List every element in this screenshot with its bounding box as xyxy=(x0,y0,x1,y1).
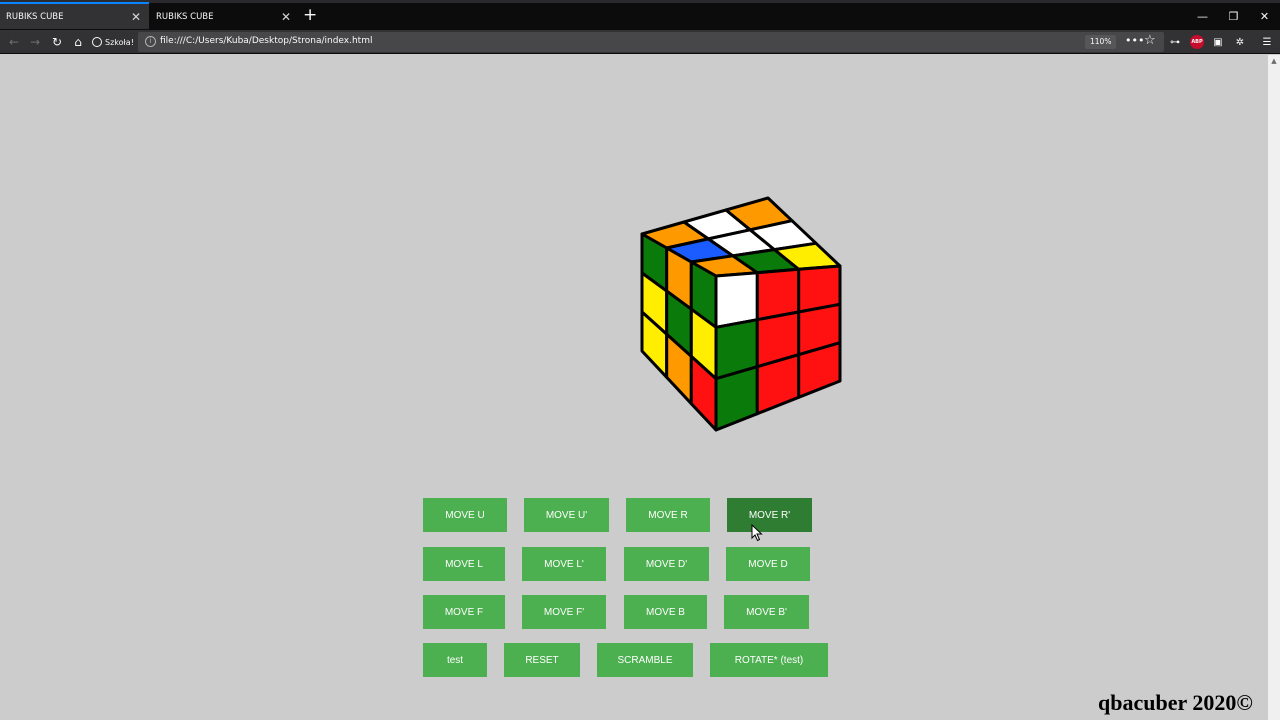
reload-icon[interactable]: ↻ xyxy=(48,33,66,51)
back-icon[interactable]: ← xyxy=(5,33,23,51)
right-face-sticker xyxy=(714,271,759,329)
url-text[interactable]: file:///C:/Users/Kuba/Desktop/Strona/ind… xyxy=(160,36,372,46)
navigation-bar: ← → ↻ ⌂ Szkoła! i file:///C:/Users/Kuba/… xyxy=(0,30,1280,54)
test-button[interactable]: test xyxy=(423,643,487,677)
window-controls: — ❐ ✕ xyxy=(1187,3,1280,29)
bookmark-label: Szkoła! xyxy=(105,37,134,47)
scrollbar[interactable]: ▲ xyxy=(1268,55,1280,720)
restore-icon[interactable]: ❐ xyxy=(1218,3,1249,29)
bookmark-szkola[interactable]: Szkoła! xyxy=(92,34,134,50)
scroll-up-icon[interactable]: ▲ xyxy=(1268,55,1280,67)
globe-icon xyxy=(92,37,102,47)
rotate-test-button[interactable]: ROTATE* (test) xyxy=(710,643,828,677)
close-icon[interactable]: ✕ xyxy=(129,10,143,24)
page-actions-icon[interactable]: ••• xyxy=(1125,34,1144,47)
move-b-button[interactable]: MOVE B xyxy=(624,595,707,629)
move-l-prime-button[interactable]: MOVE L' xyxy=(522,547,606,581)
info-icon[interactable]: i xyxy=(145,36,156,47)
zoom-indicator[interactable]: 110% xyxy=(1085,35,1117,49)
mouse-cursor-icon xyxy=(751,524,763,542)
move-d-button[interactable]: MOVE D xyxy=(726,547,810,581)
bookmark-star-icon[interactable]: ☆ xyxy=(1144,33,1156,48)
footer-credit: qbacuber 2020© xyxy=(1098,690,1253,715)
move-b-prime-button[interactable]: MOVE B' xyxy=(724,595,809,629)
screenshot-icon[interactable]: ▣ xyxy=(1211,35,1225,49)
scramble-button[interactable]: SCRAMBLE xyxy=(597,643,693,677)
move-f-button[interactable]: MOVE F xyxy=(423,595,505,629)
tab-rubiks-cube-1[interactable]: RUBIKS CUBE ✕ xyxy=(0,2,149,29)
move-f-prime-button[interactable]: MOVE F' xyxy=(522,595,606,629)
move-r-button[interactable]: MOVE R xyxy=(626,498,710,532)
adblock-icon[interactable]: ABP xyxy=(1190,35,1204,49)
menu-icon[interactable]: ☰ xyxy=(1260,35,1274,49)
rubiks-cube xyxy=(640,196,842,432)
reset-button[interactable]: RESET xyxy=(504,643,580,677)
new-tab-button[interactable]: + xyxy=(303,6,317,24)
move-l-button[interactable]: MOVE L xyxy=(423,547,505,581)
minimize-icon[interactable]: — xyxy=(1187,3,1218,29)
tab-strip: RUBIKS CUBE ✕ RUBIKS CUBE ✕ + — ❐ ✕ xyxy=(0,0,1280,30)
right-face-sticker xyxy=(714,365,759,432)
close-icon[interactable]: ✕ xyxy=(279,10,293,24)
extension-gear-icon[interactable]: ✲ xyxy=(1233,35,1247,49)
url-bar[interactable]: i file:///C:/Users/Kuba/Desktop/Strona/i… xyxy=(138,32,1164,52)
right-face-sticker xyxy=(755,353,801,416)
home-icon[interactable]: ⌂ xyxy=(69,33,87,51)
move-u-prime-button[interactable]: MOVE U' xyxy=(524,498,609,532)
move-u-button[interactable]: MOVE U xyxy=(423,498,507,532)
close-window-icon[interactable]: ✕ xyxy=(1249,3,1280,29)
move-d-prime-button[interactable]: MOVE D' xyxy=(624,547,709,581)
tab-rubiks-cube-2[interactable]: RUBIKS CUBE ✕ xyxy=(150,3,299,30)
tab-title: RUBIKS CUBE xyxy=(6,11,64,22)
move-r-prime-button[interactable]: MOVE R' xyxy=(727,498,812,532)
tab-title: RUBIKS CUBE xyxy=(156,11,214,22)
forward-icon[interactable]: → xyxy=(26,33,44,51)
mask-icon[interactable]: ⊶ xyxy=(1168,35,1182,49)
